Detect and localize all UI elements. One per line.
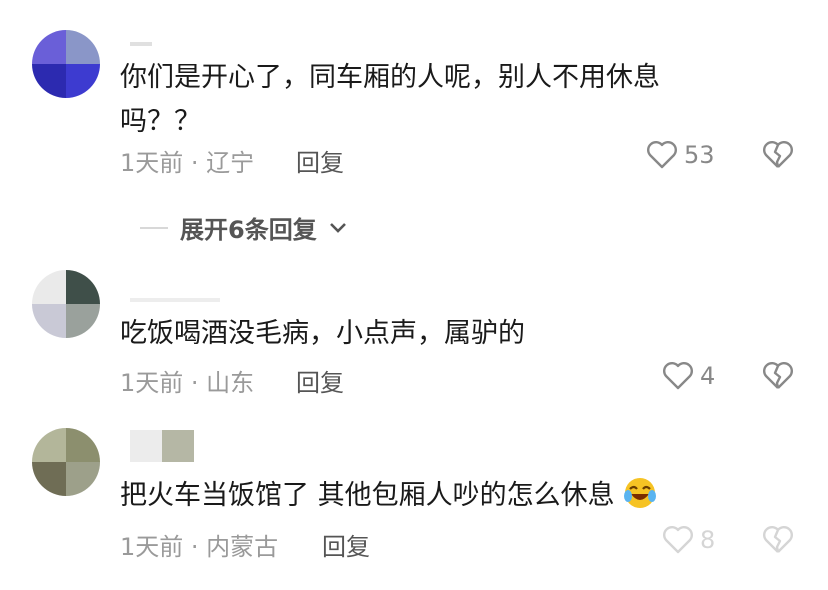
avatar-tile	[66, 462, 100, 496]
avatar[interactable]	[32, 270, 100, 338]
username-tile	[162, 430, 194, 462]
like-count: 53	[684, 141, 715, 169]
username-blurred[interactable]	[130, 34, 160, 56]
like-button[interactable]: 4	[662, 361, 715, 391]
like-button[interactable]: 8	[662, 525, 715, 555]
chevron-down-icon	[329, 222, 346, 233]
avatar-tile	[66, 270, 100, 304]
username-blurred[interactable]	[130, 288, 230, 310]
comment-text-content: 把火车当饭馆了 其他包厢人吵的怎么休息	[120, 480, 615, 511]
laughing-tears-emoji-icon	[624, 478, 657, 508]
reply-button[interactable]: 回复	[322, 527, 370, 562]
avatar-tile	[66, 30, 100, 64]
comment-meta: 1天前 · 辽宁	[120, 149, 255, 177]
avatar-tile	[32, 30, 66, 64]
reply-button[interactable]: 回复	[296, 143, 344, 178]
avatar-tile	[66, 64, 100, 98]
reply-button[interactable]: 回复	[296, 363, 344, 398]
dislike-button[interactable]	[762, 525, 794, 559]
expand-replies-label: 展开6条回复	[180, 216, 317, 244]
divider-line	[140, 226, 168, 229]
username-tile	[130, 430, 162, 462]
like-button[interactable]: 53	[646, 140, 715, 170]
avatar-tile	[32, 270, 66, 304]
comment-meta: 1天前 · 山东	[120, 369, 255, 397]
comment-text: 吃饭喝酒没毛病，小点声，属驴的	[120, 318, 525, 349]
broken-heart-icon	[763, 526, 793, 553]
avatar-tile	[32, 64, 66, 98]
heart-icon	[647, 141, 677, 169]
avatar[interactable]	[32, 428, 100, 496]
avatar-tile	[66, 428, 100, 462]
username-blurred[interactable]	[130, 430, 200, 462]
like-count: 4	[700, 362, 716, 390]
dislike-button[interactable]	[762, 361, 794, 395]
dislike-button[interactable]	[762, 140, 794, 174]
avatar-tile	[32, 428, 66, 462]
username-placeholder	[130, 298, 220, 302]
username-placeholder	[130, 430, 200, 462]
username-placeholder	[130, 42, 152, 46]
comment-text: 你们是开心了，同车厢的人呢，别人不用休息吗？？	[120, 62, 660, 137]
broken-heart-icon	[763, 141, 793, 168]
avatar-tile	[32, 304, 66, 338]
heart-icon	[663, 526, 693, 554]
heart-icon	[663, 362, 693, 390]
broken-heart-icon	[763, 362, 793, 389]
avatar-tile	[66, 304, 100, 338]
avatar[interactable]	[32, 30, 100, 98]
comment-text: 把火车当饭馆了 其他包厢人吵的怎么休息	[120, 474, 760, 518]
expand-replies-button[interactable]: 展开6条回复	[140, 210, 347, 245]
like-count: 8	[700, 526, 716, 554]
avatar-tile	[32, 462, 66, 496]
comment-meta: 1天前 · 内蒙古	[120, 533, 279, 561]
